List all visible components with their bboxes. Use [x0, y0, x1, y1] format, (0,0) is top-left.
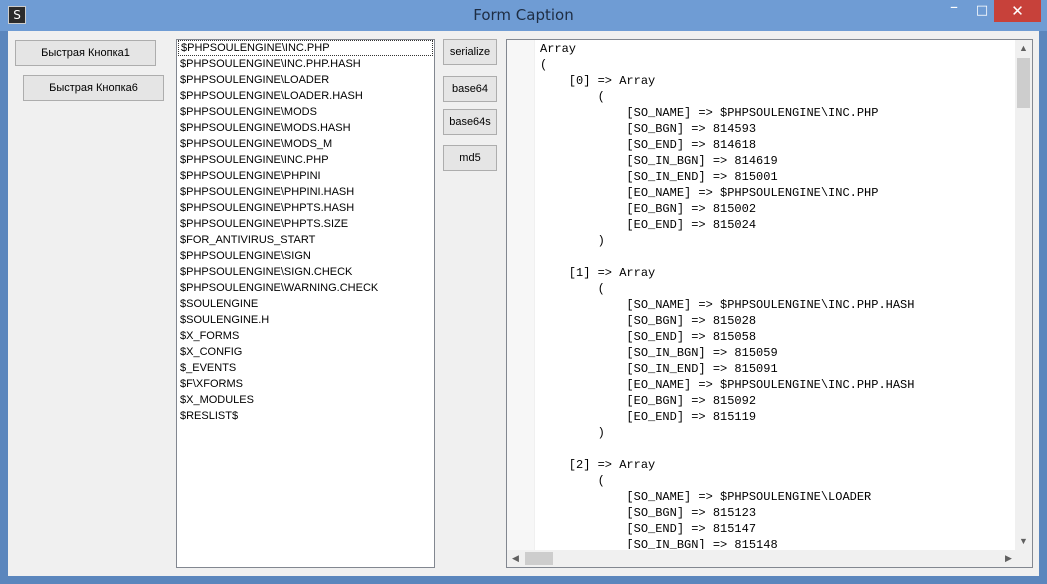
code-line: ) [540, 426, 605, 440]
code-line: [SO_BGN] => 814593 [540, 122, 757, 136]
minimize-button[interactable]: – [940, 0, 968, 22]
title-bar: S Form Caption – □ ✕ [0, 0, 1047, 31]
list-item[interactable]: $PHPSOULENGINE\SIGN.CHECK [177, 264, 434, 280]
list-item[interactable]: $PHPSOULENGINE\PHPINI.HASH [177, 184, 434, 200]
code-line: Array [540, 42, 577, 56]
base64s-button[interactable]: base64s [443, 109, 497, 135]
code-line: [EO_BGN] => 815092 [540, 394, 757, 408]
list-item[interactable]: $SOULENGINE [177, 296, 434, 312]
maximize-button[interactable]: □ [968, 0, 996, 22]
code-line: [SO_IN_BGN] => 815059 [540, 346, 778, 360]
code-line: ) [540, 234, 605, 248]
scrollbar-corner [1015, 550, 1032, 567]
code-line: ( [540, 58, 548, 72]
scroll-down-icon[interactable]: ▼ [1015, 533, 1032, 550]
list-item[interactable]: $X_FORMS [177, 328, 434, 344]
code-line: ( [540, 90, 605, 104]
list-item[interactable]: $PHPSOULENGINE\WARNING.CHECK [177, 280, 434, 296]
list-item[interactable]: $PHPSOULENGINE\INC.PHP.HASH [177, 56, 434, 72]
code-line: [SO_IN_END] => 815001 [540, 170, 778, 184]
list-item[interactable]: $PHPSOULENGINE\PHPTS.SIZE [177, 216, 434, 232]
code-line: [SO_IN_END] => 815091 [540, 362, 778, 376]
code-line: [SO_NAME] => $PHPSOULENGINE\LOADER [540, 490, 872, 504]
code-line: [SO_NAME] => $PHPSOULENGINE\INC.PHP [540, 106, 879, 120]
list-item[interactable]: $SOULENGINE.H [177, 312, 434, 328]
code-line: [SO_NAME] => $PHPSOULENGINE\INC.PHP.HASH [540, 298, 915, 312]
code-line: [SO_END] => 815147 [540, 522, 757, 536]
list-item[interactable]: $PHPSOULENGINE\INC.PHP [177, 152, 434, 168]
scroll-left-icon[interactable]: ◀ [507, 550, 524, 567]
scroll-up-icon[interactable]: ▲ [1015, 40, 1032, 57]
code-line: [0] => Array [540, 74, 656, 88]
code-line: [SO_END] => 815058 [540, 330, 757, 344]
horizontal-scroll-thumb[interactable] [525, 552, 553, 565]
window-title: Form Caption [473, 6, 574, 24]
code-line: [EO_NAME] => $PHPSOULENGINE\INC.PHP.HASH [540, 378, 915, 392]
code-line: [SO_END] => 814618 [540, 138, 757, 152]
base64-button[interactable]: base64 [443, 76, 497, 102]
horizontal-scrollbar[interactable]: ◀ ▶ [507, 550, 1017, 567]
output-code-editor[interactable]: Array ( [0] => Array ( [SO_NAME] => $PHPS… [506, 39, 1033, 568]
code-line: [1] => Array [540, 266, 656, 280]
quick-button-1[interactable]: Быстрая Кнопка1 [15, 40, 156, 66]
list-item[interactable]: $X_MODULES [177, 392, 434, 408]
list-item[interactable]: $PHPSOULENGINE\MODS.HASH [177, 120, 434, 136]
code-line: [SO_IN_BGN] => 814619 [540, 154, 778, 168]
list-item[interactable]: $PHPSOULENGINE\MODS [177, 104, 434, 120]
code-line: [SO_BGN] => 815028 [540, 314, 757, 328]
code-line: [EO_NAME] => $PHPSOULENGINE\INC.PHP [540, 186, 879, 200]
quick-button-6[interactable]: Быстрая Кнопка6 [23, 75, 164, 101]
code-line: [EO_END] => 815119 [540, 410, 757, 424]
list-item[interactable]: $PHPSOULENGINE\LOADER [177, 72, 434, 88]
list-item[interactable]: $F\XFORMS [177, 376, 434, 392]
list-item[interactable]: $PHPSOULENGINE\INC.PHP [178, 40, 433, 56]
serialize-button[interactable]: serialize [443, 39, 497, 65]
list-item[interactable]: $PHPSOULENGINE\PHPINI [177, 168, 434, 184]
list-item[interactable]: $_EVENTS [177, 360, 434, 376]
form-client-area: Быстрая Кнопка1 Быстрая Кнопка6 $PHPSOUL… [8, 31, 1039, 576]
editor-gutter [507, 40, 535, 550]
list-item[interactable]: $FOR_ANTIVIRUS_START [177, 232, 434, 248]
code-line: [EO_END] => 815024 [540, 218, 757, 232]
close-button[interactable]: ✕ [994, 0, 1041, 22]
code-line: [SO_BGN] => 815123 [540, 506, 757, 520]
code-line: ( [540, 282, 605, 296]
list-item[interactable]: $RESLIST$ [177, 408, 434, 424]
list-item[interactable]: $X_CONFIG [177, 344, 434, 360]
code-line: [EO_BGN] => 815002 [540, 202, 757, 216]
list-item[interactable]: $PHPSOULENGINE\PHPTS.HASH [177, 200, 434, 216]
resource-listbox[interactable]: $PHPSOULENGINE\INC.PHP $PHPSOULENGINE\INC… [176, 39, 435, 568]
list-item[interactable]: $PHPSOULENGINE\SIGN [177, 248, 434, 264]
code-line: [SO_IN_BGN] => 815148 [540, 538, 778, 549]
list-item[interactable]: $PHPSOULENGINE\MODS_M [177, 136, 434, 152]
vertical-scroll-thumb[interactable] [1017, 58, 1030, 108]
vertical-scrollbar[interactable]: ▲ ▼ [1015, 40, 1032, 550]
code-text[interactable]: Array ( [0] => Array ( [SO_NAME] => $PHPS… [540, 41, 1010, 549]
md5-button[interactable]: md5 [443, 145, 497, 171]
code-line: [2] => Array [540, 458, 656, 472]
code-line: ( [540, 474, 605, 488]
list-item[interactable]: $PHPSOULENGINE\LOADER.HASH [177, 88, 434, 104]
